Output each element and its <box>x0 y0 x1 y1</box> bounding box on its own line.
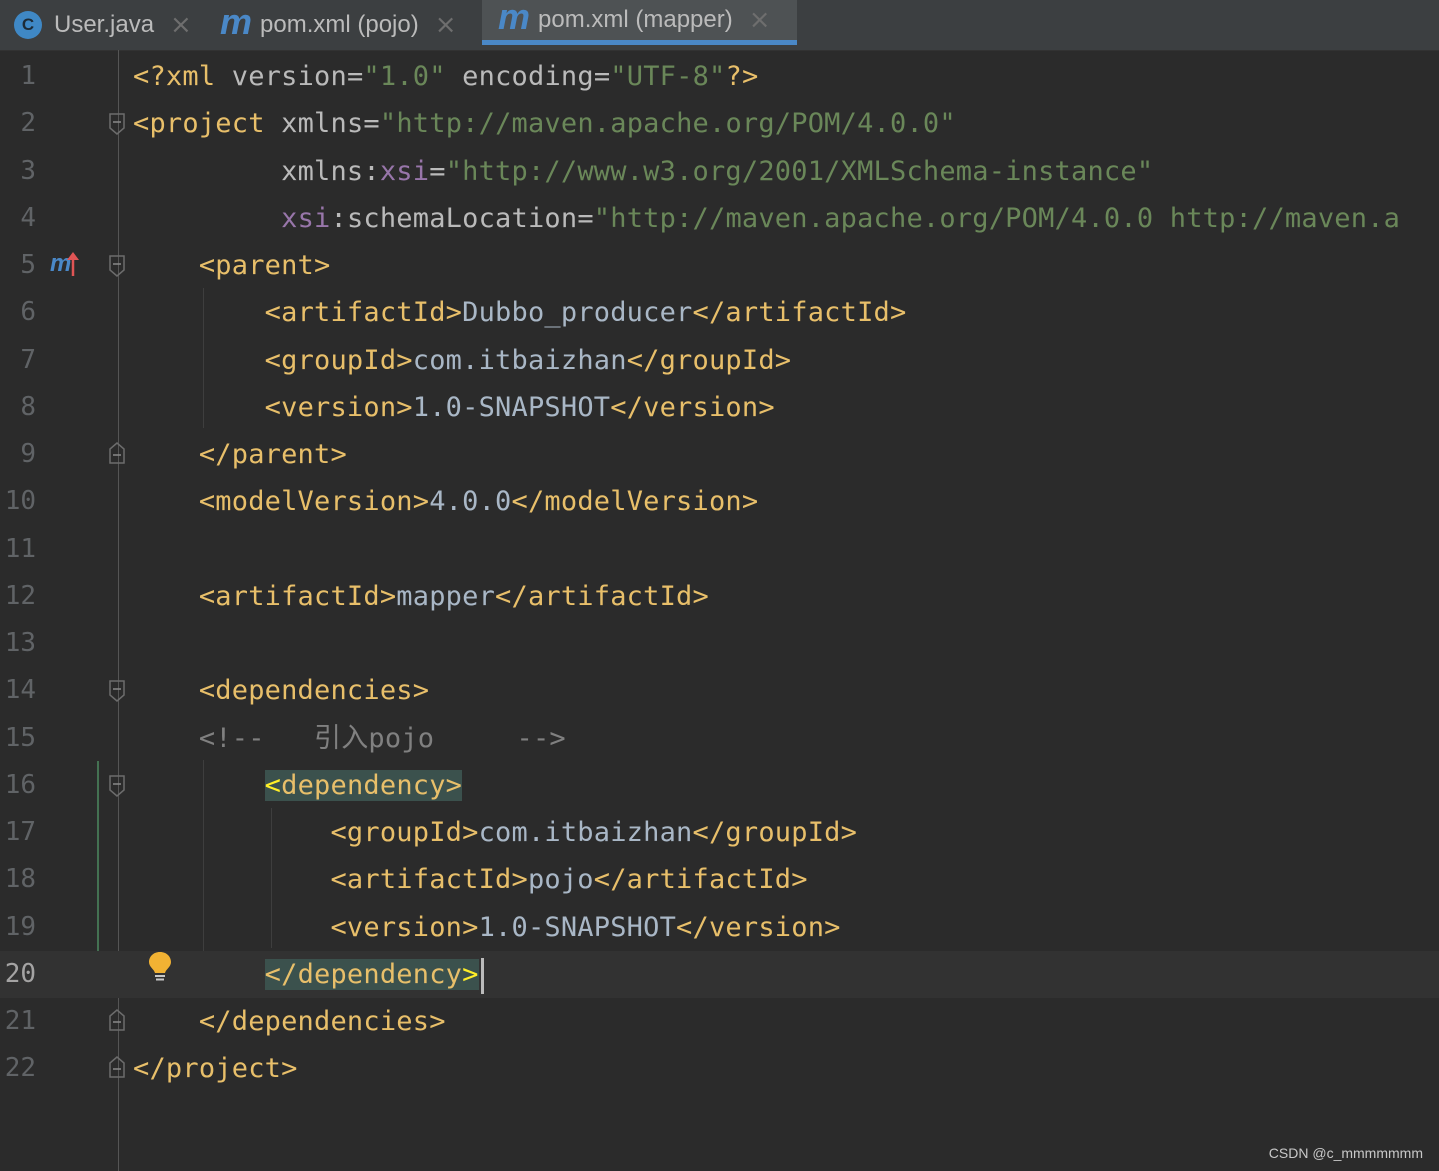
code-line[interactable]: 3 xmlns:xsi="http://www.w3.org/2001/XMLS… <box>0 148 1439 195</box>
maven-icon: m <box>220 1 253 42</box>
line-number: 2 <box>20 108 36 138</box>
code-text: <dependency> <box>133 762 463 809</box>
code-text: </dependencies> <box>198 1006 446 1037</box>
line-number: 22 <box>4 1053 36 1083</box>
code-text: <parent> <box>198 250 331 281</box>
line-number: 17 <box>4 817 36 847</box>
matched-tag-highlight: <dependency> <box>264 770 463 801</box>
code-text: xsi:schemaLocation="http://maven.apache.… <box>281 203 1401 234</box>
line-number: 18 <box>4 864 36 894</box>
code-line[interactable]: 7 <groupId>com.itbaizhan</groupId> <box>0 337 1439 384</box>
xml-comment: <!-- 引入pojo --> <box>198 723 566 754</box>
code-line[interactable]: 13 <box>0 620 1439 667</box>
editor-tab-bar: C User.java × m pom.xml (pojo) × m pom.x… <box>0 0 1439 51</box>
line-number: 16 <box>4 770 36 800</box>
line-number: 1 <box>20 61 36 91</box>
code-line[interactable]: 21 </dependencies> <box>0 998 1439 1045</box>
code-line[interactable]: 11 <box>0 526 1439 573</box>
line-number: 21 <box>4 1006 36 1036</box>
code-line[interactable]: 16 <dependency> <box>0 762 1439 809</box>
code-line[interactable]: 17 <groupId>com.itbaizhan</groupId> <box>0 809 1439 856</box>
close-icon[interactable]: × <box>435 10 457 40</box>
tab-label: pom.xml (pojo) <box>260 11 419 38</box>
line-number: 9 <box>20 439 36 469</box>
line-number: 8 <box>20 392 36 422</box>
code-line[interactable]: 6 <artifactId>Dubbo_producer</artifactId… <box>0 289 1439 336</box>
code-text: <groupId>com.itbaizhan</groupId> <box>264 345 792 376</box>
code-line[interactable]: 19 <version>1.0-SNAPSHOT</version> <box>0 904 1439 951</box>
line-number: 3 <box>20 156 36 186</box>
line-number: 4 <box>20 203 36 233</box>
code-text: <artifactId>mapper</artifactId> <box>198 581 709 612</box>
code-text: xmlns:xsi="http://www.w3.org/2001/XMLSch… <box>281 156 1154 187</box>
code-line[interactable]: 18 <artifactId>pojo</artifactId> <box>0 856 1439 903</box>
tab-label: User.java <box>54 11 155 38</box>
code-line[interactable]: 10 <modelVersion>4.0.0</modelVersion> <box>0 478 1439 525</box>
line-number: 14 <box>4 675 36 705</box>
tab-pom-mapper[interactable]: m pom.xml (mapper) × <box>482 0 797 45</box>
line-number: 20 <box>4 959 36 989</box>
line-number: 6 <box>20 297 36 327</box>
code-line[interactable]: 9 </parent> <box>0 431 1439 478</box>
tab-pom-pojo[interactable]: m pom.xml (pojo) × <box>220 0 457 50</box>
code-line[interactable]: 4 xsi:schemaLocation="http://maven.apach… <box>0 195 1439 242</box>
code-text: <version>1.0-SNAPSHOT</version> <box>330 912 841 943</box>
code-text: <groupId>com.itbaizhan</groupId> <box>330 817 858 848</box>
tab-user-java[interactable]: C User.java × <box>14 0 192 50</box>
text-caret <box>480 957 484 994</box>
code-line[interactable]: 12 <artifactId>mapper</artifactId> <box>0 573 1439 620</box>
code-line[interactable]: 1 <?xml version="1.0" encoding="UTF-8"?> <box>0 53 1439 100</box>
code-text: </project> <box>133 1053 298 1084</box>
code-text: <?xml version="1.0" encoding="UTF-8"?> <box>133 61 759 92</box>
code-line[interactable]: 5 <parent> <box>0 242 1439 289</box>
code-line[interactable]: 8 <version>1.0-SNAPSHOT</version> <box>0 384 1439 431</box>
close-icon[interactable]: × <box>749 5 771 35</box>
code-text: <modelVersion>4.0.0</modelVersion> <box>198 486 759 517</box>
line-number: 7 <box>20 345 36 375</box>
line-number: 5 <box>20 250 36 280</box>
code-line[interactable]: 15 <!-- 引入pojo --> <box>0 715 1439 762</box>
matched-tag-highlight: </dependency> <box>264 959 479 990</box>
code-text: </parent> <box>198 439 347 470</box>
java-class-icon: C <box>14 11 42 39</box>
code-text: <project xmlns="http://maven.apache.org/… <box>133 108 956 139</box>
code-line[interactable]: 22 </project> <box>0 1045 1439 1092</box>
line-number: 13 <box>4 628 36 658</box>
code-text: <artifactId>Dubbo_producer</artifactId> <box>264 297 907 328</box>
code-line[interactable]: 2 <project xmlns="http://maven.apache.or… <box>0 100 1439 147</box>
watermark: CSDN @c_mmmmmmm <box>1268 1145 1423 1161</box>
lightbulb-icon[interactable] <box>146 950 174 984</box>
maven-icon: m <box>498 0 531 37</box>
line-number: 11 <box>4 534 36 564</box>
line-number: 10 <box>4 486 36 516</box>
code-text: </dependency> <box>133 951 484 998</box>
code-text: <artifactId>pojo</artifactId> <box>330 864 808 895</box>
code-line[interactable]: 14 <dependencies> <box>0 667 1439 714</box>
close-icon[interactable]: × <box>170 10 192 40</box>
code-line-current[interactable]: 20 </dependency> <box>0 951 1439 998</box>
line-number: 12 <box>4 581 36 611</box>
line-number: 19 <box>4 912 36 942</box>
code-text: <version>1.0-SNAPSHOT</version> <box>264 392 775 423</box>
tab-label: pom.xml (mapper) <box>538 6 733 33</box>
line-number: 15 <box>4 723 36 753</box>
code-text: <dependencies> <box>198 675 430 706</box>
